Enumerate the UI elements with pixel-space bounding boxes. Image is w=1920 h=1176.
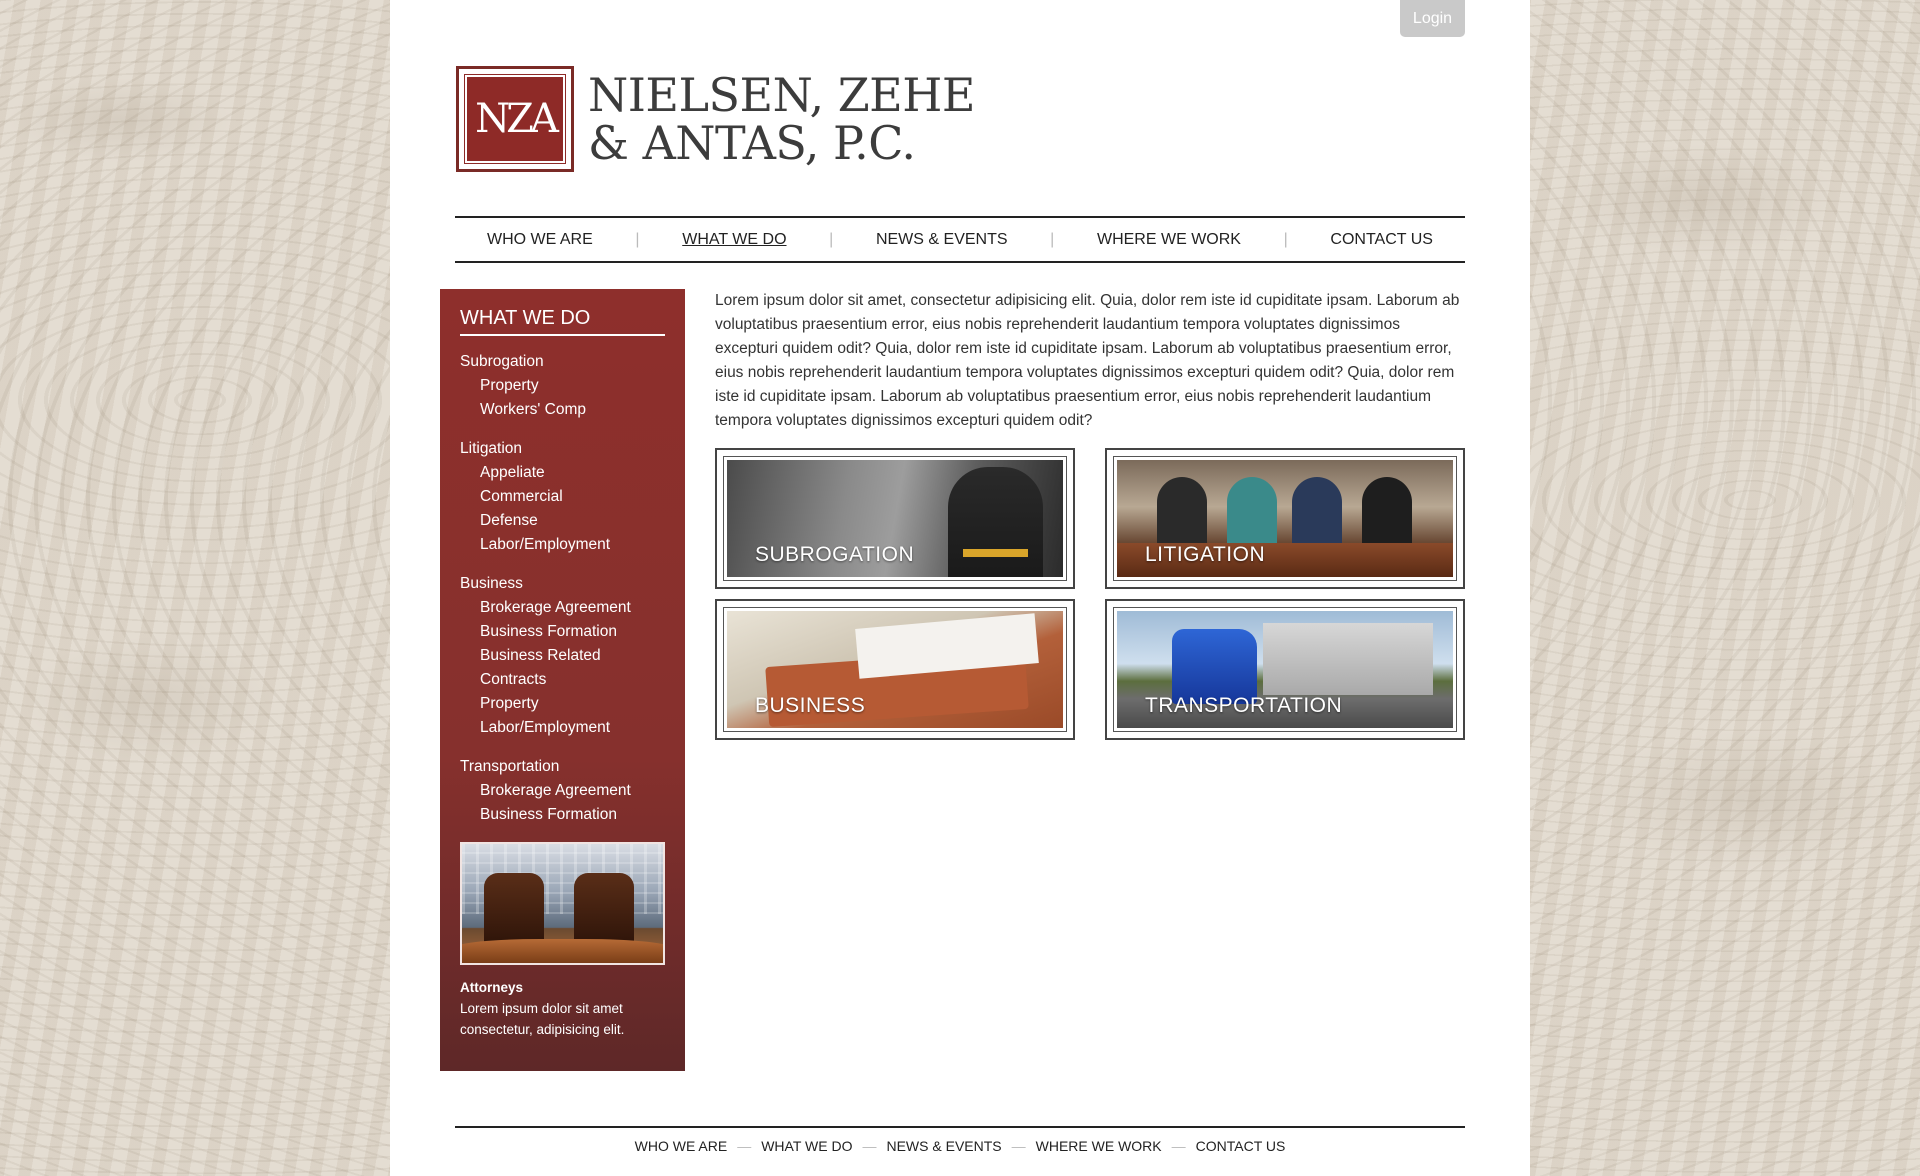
logo-mark: NZA — [456, 66, 574, 172]
tile-label: TRANSPORTATION — [1145, 694, 1343, 717]
nav-who-we-are[interactable]: WHO WE ARE — [487, 231, 593, 249]
tile-label: LITIGATION — [1145, 543, 1266, 566]
sidebar-subitem[interactable]: Property — [460, 374, 665, 398]
tile-frame: SUBROGATION — [723, 456, 1067, 581]
sidebar-subitem[interactable]: Labor/Employment — [460, 533, 665, 557]
sidebar-subitem[interactable]: Commercial — [460, 485, 665, 509]
logo-line-2: & ANTAS, P.C. — [588, 116, 916, 170]
truck-trailer — [1263, 623, 1433, 695]
footer-link-contact-us[interactable]: CONTACT US — [1196, 1138, 1286, 1154]
tile-litigation[interactable]: LITIGATION — [1105, 448, 1465, 589]
sidebar-item-litigation[interactable]: Litigation — [460, 437, 665, 461]
nav-news-events[interactable]: NEWS & EVENTS — [876, 231, 1008, 249]
footer-link-what-we-do[interactable]: WHAT WE DO — [761, 1138, 852, 1154]
sidebar-group-subrogation: Subrogation Property Workers' Comp — [460, 350, 665, 422]
tile-label: BUSINESS — [755, 694, 866, 717]
footer-nav: WHO WE ARE — WHAT WE DO — NEWS & EVENTS … — [455, 1138, 1465, 1154]
sidebar-subitem[interactable]: Labor/Employment — [460, 716, 665, 740]
sidebar-subitem[interactable]: Business Formation — [460, 803, 665, 827]
sidebar-group-transportation: Transportation Brokerage Agreement Busin… — [460, 755, 665, 827]
footer-separator: — — [1011, 1138, 1026, 1154]
tile-image: SUBROGATION — [727, 460, 1063, 577]
tile-frame: TRANSPORTATION — [1113, 607, 1457, 732]
attorneys-caption-line-1: Lorem ipsum dolor sit amet — [460, 1001, 623, 1016]
firefighter-figure — [948, 467, 1043, 577]
tile-transportation[interactable]: TRANSPORTATION — [1105, 599, 1465, 740]
sidebar: WHAT WE DO Subrogation Property Workers'… — [440, 289, 685, 1071]
footer-separator: — — [737, 1138, 752, 1154]
sidebar-subitem[interactable]: Brokerage Agreement — [460, 596, 665, 620]
sidebar-subitem[interactable]: Business Related — [460, 644, 665, 668]
tile-label: SUBROGATION — [755, 543, 915, 566]
nav-contact-us[interactable]: CONTACT US — [1330, 231, 1433, 249]
tile-image: TRANSPORTATION — [1117, 611, 1453, 728]
sidebar-group-business: Business Brokerage Agreement Business Fo… — [460, 572, 665, 740]
footer-link-where-we-work[interactable]: WHERE WE WORK — [1036, 1138, 1162, 1154]
photo-table — [462, 939, 663, 963]
photo-chair — [484, 873, 544, 945]
attorneys-caption-text: Lorem ipsum dolor sit amet consectetur, … — [460, 998, 665, 1040]
tile-frame: LITIGATION — [1113, 456, 1457, 581]
sidebar-item-transportation[interactable]: Transportation — [460, 755, 665, 779]
nav-what-we-do[interactable]: WHAT WE DO — [682, 231, 786, 249]
truck-cab — [1172, 629, 1257, 704]
nav-separator: | — [829, 230, 834, 248]
sidebar-item-business[interactable]: Business — [460, 572, 665, 596]
attorneys-photo[interactable] — [460, 842, 665, 965]
sidebar-subitem[interactable]: Property — [460, 692, 665, 716]
tile-image: BUSINESS — [727, 611, 1063, 728]
footer-link-news-events[interactable]: NEWS & EVENTS — [886, 1138, 1001, 1154]
tile-image: LITIGATION — [1117, 460, 1453, 577]
intro-paragraph: Lorem ipsum dolor sit amet, consectetur … — [715, 292, 1460, 429]
login-button[interactable]: Login — [1400, 0, 1465, 37]
logo-text: NIELSEN, ZEHE & ANTAS, P.C. — [588, 71, 975, 167]
sidebar-subitem[interactable]: Contracts — [460, 668, 665, 692]
main-nav: WHO WE ARE | WHAT WE DO | NEWS & EVENTS … — [455, 216, 1465, 263]
site-logo[interactable]: NZA NIELSEN, ZEHE & ANTAS, P.C. — [456, 66, 975, 172]
tile-business[interactable]: BUSINESS — [715, 599, 1075, 740]
photo-chair — [574, 873, 634, 945]
logo-monogram: NZA — [464, 74, 566, 164]
sidebar-subitem[interactable]: Workers' Comp — [460, 398, 665, 422]
sidebar-subitem[interactable]: Appeliate — [460, 461, 665, 485]
logo-line-1: NIELSEN, ZEHE — [588, 68, 975, 122]
footer-separator: — — [862, 1138, 877, 1154]
sidebar-title: WHAT WE DO — [460, 307, 665, 336]
nav-separator: | — [1050, 230, 1055, 248]
sidebar-subitem[interactable]: Brokerage Agreement — [460, 779, 665, 803]
attorneys-caption-title[interactable]: Attorneys — [460, 980, 665, 995]
attorneys-caption-line-2: consectetur, adipisicing elit. — [460, 1022, 625, 1037]
sidebar-item-subrogation[interactable]: Subrogation — [460, 350, 665, 374]
footer-link-who-we-are[interactable]: WHO WE ARE — [635, 1138, 728, 1154]
footer-divider — [455, 1126, 1465, 1128]
nav-separator: | — [1283, 230, 1288, 248]
sidebar-subitem[interactable]: Business Formation — [460, 620, 665, 644]
page-container: Login NZA NIELSEN, ZEHE & ANTAS, P.C. WH… — [390, 0, 1530, 1176]
nav-separator: | — [635, 230, 640, 248]
sidebar-subitem[interactable]: Defense — [460, 509, 665, 533]
sidebar-group-litigation: Litigation Appeliate Commercial Defense … — [460, 437, 665, 557]
tile-subrogation[interactable]: SUBROGATION — [715, 448, 1075, 589]
nav-where-we-work[interactable]: WHERE WE WORK — [1097, 231, 1241, 249]
tile-frame: BUSINESS — [723, 607, 1067, 732]
footer-separator: — — [1171, 1138, 1186, 1154]
